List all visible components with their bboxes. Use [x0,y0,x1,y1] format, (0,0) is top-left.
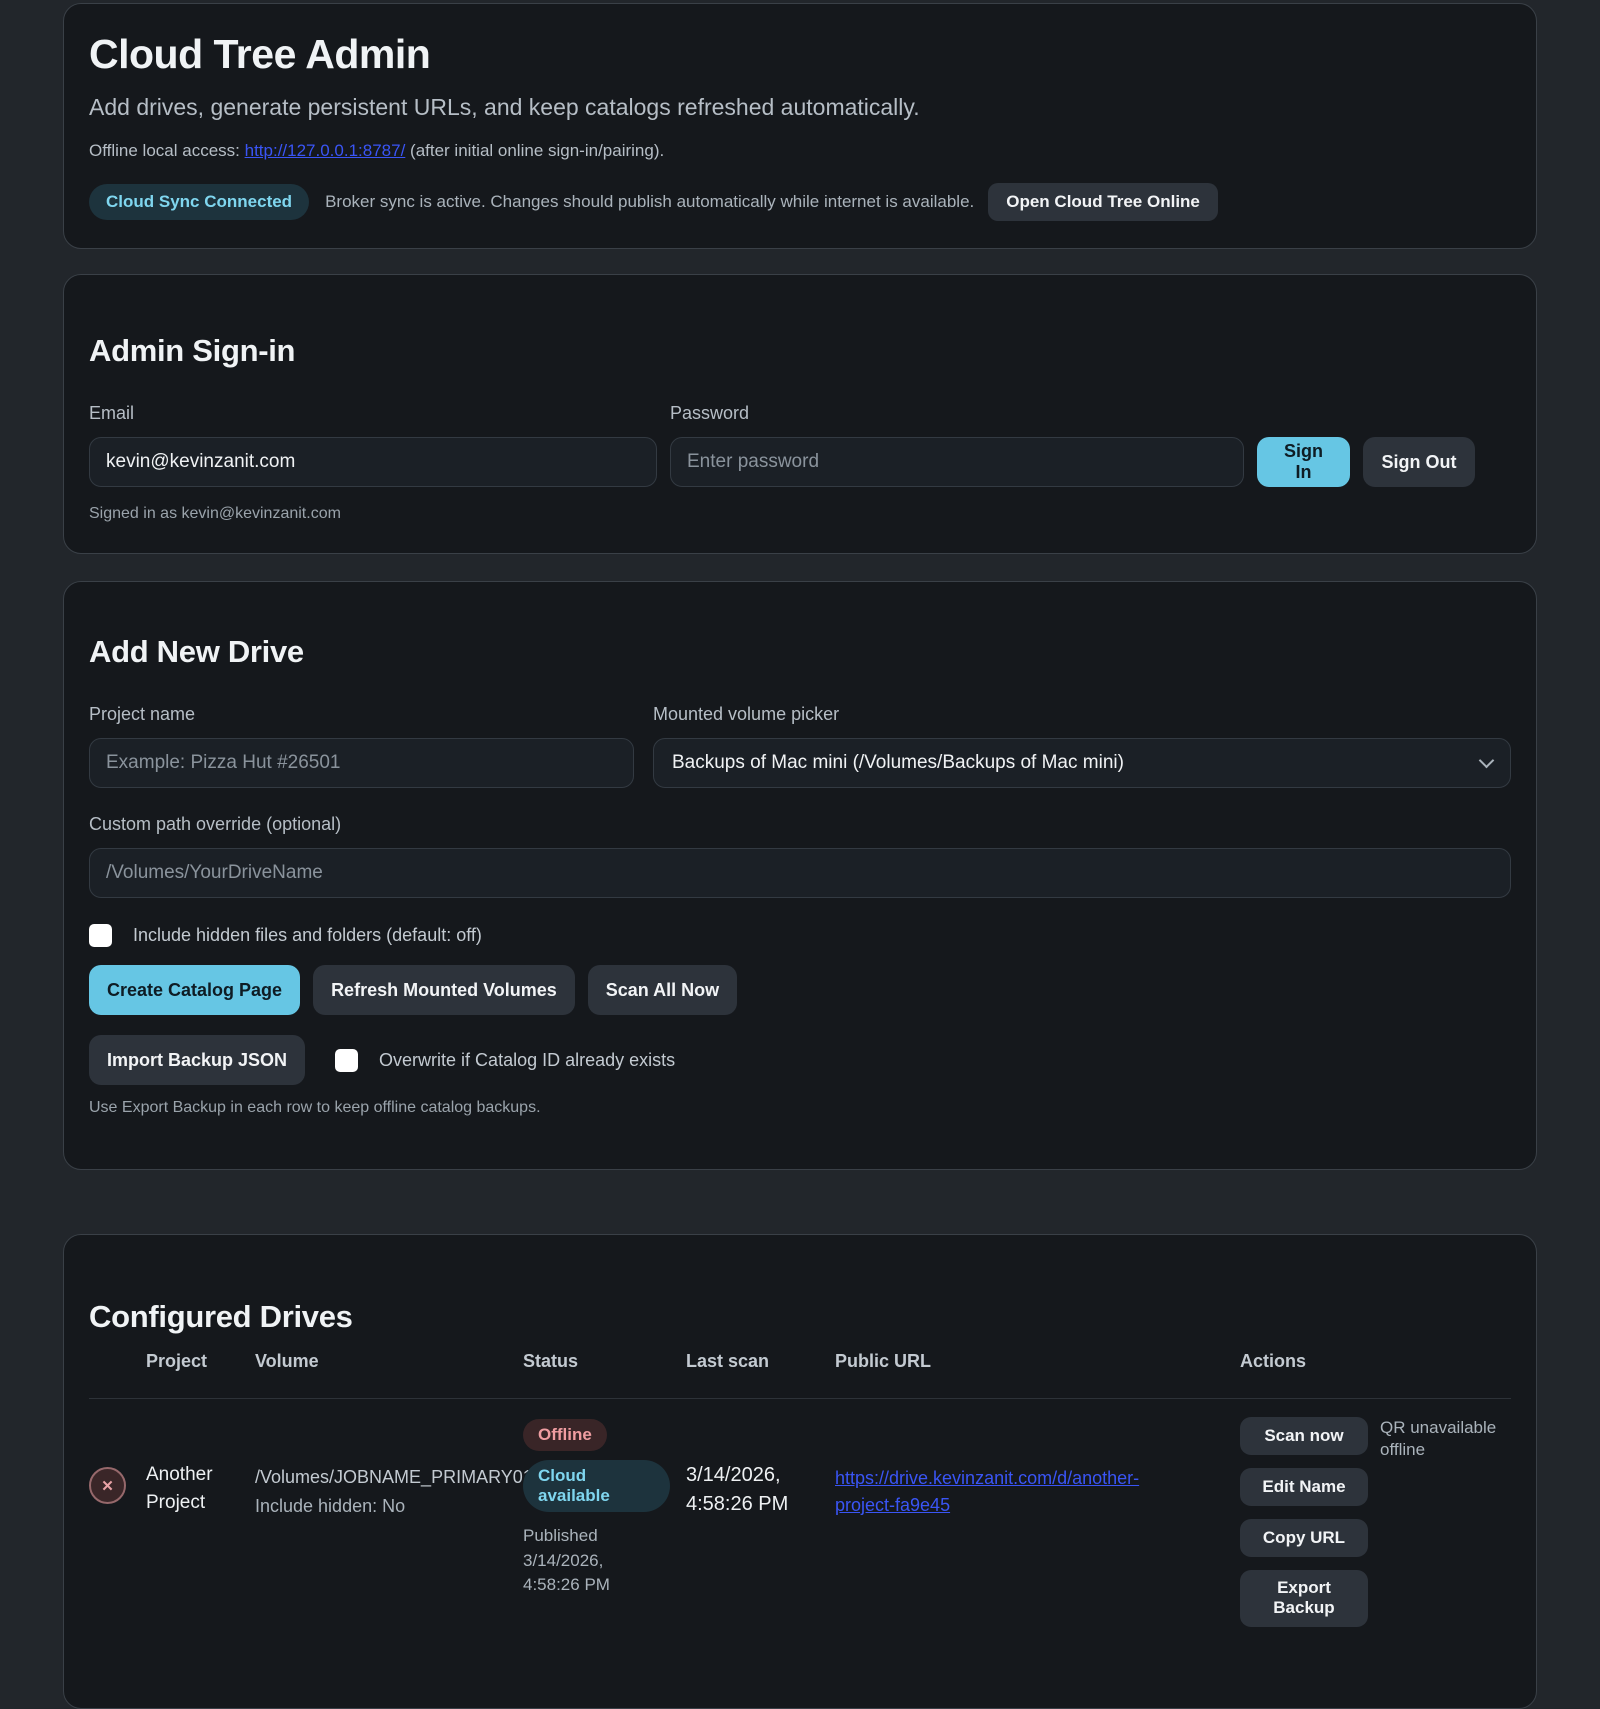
export-backup-note: Use Export Backup in each row to keep of… [89,1099,1511,1117]
project-name-label: Project name [89,704,634,725]
offline-access-suffix: (after initial online sign-in/pairing). [410,141,664,160]
import-backup-button[interactable]: Import Backup JSON [89,1035,305,1085]
offline-access-line: Offline local access: http://127.0.0.1:8… [89,141,1511,161]
custom-path-label: Custom path override (optional) [89,814,1511,835]
cloud-available-badge: Cloud available [523,1460,670,1512]
overwrite-checkbox[interactable] [335,1049,358,1072]
offline-access-prefix: Offline local access: [89,141,240,160]
email-field[interactable] [89,437,657,487]
signin-form: Email Password Sign In Sign Out [89,403,1511,487]
overwrite-label: Overwrite if Catalog ID already exists [379,1050,675,1071]
admin-signin-card: Admin Sign-in Email Password Sign In Sig… [63,274,1537,554]
cloud-sync-badge: Cloud Sync Connected [89,184,309,220]
sign-in-button[interactable]: Sign In [1257,437,1350,487]
password-field[interactable] [670,437,1244,487]
published-timestamp: Published 3/14/2026, 4:58:26 PM [523,1524,653,1598]
custom-path-input[interactable] [89,848,1511,898]
add-new-drive-card: Add New Drive Project name Mounted volum… [63,581,1537,1170]
table-row: ✕ Another Project /Volumes/JOBNAME_PRIMA… [89,1399,1511,1627]
signed-in-note: Signed in as kevin@kevinzanit.com [89,505,1511,523]
project-name-input[interactable] [89,738,634,788]
configured-drives-title: Configured Drives [89,1299,1511,1335]
create-catalog-button[interactable]: Create Catalog Page [89,965,300,1015]
col-actions: Actions [1240,1351,1511,1372]
mounted-volume-select[interactable]: Backups of Mac mini (/Volumes/Backups of… [653,738,1511,788]
copy-url-button[interactable]: Copy URL [1240,1519,1368,1557]
page-subtitle: Add drives, generate persistent URLs, an… [89,94,1511,121]
include-hidden-label: Include hidden files and folders (defaul… [133,925,482,946]
drive-volume-path: /Volumes/JOBNAME_PRIMARY01 [255,1465,505,1489]
col-status: Status [523,1351,686,1372]
page-title: Cloud Tree Admin [89,31,1511,78]
col-public-url: Public URL [835,1351,1240,1372]
include-hidden-checkbox[interactable] [89,924,112,947]
drives-table-header: Project Volume Status Last scan Public U… [89,1351,1511,1399]
email-label: Email [89,403,657,424]
export-backup-button[interactable]: Export Backup [1240,1570,1368,1627]
public-url-link[interactable]: https://drive.kevinzanit.com/d/another-p… [835,1468,1139,1515]
header-card: Cloud Tree Admin Add drives, generate pe… [63,3,1537,249]
sync-status-text: Broker sync is active. Changes should pu… [325,192,974,212]
refresh-volumes-button[interactable]: Refresh Mounted Volumes [313,965,575,1015]
sync-status-row: Cloud Sync Connected Broker sync is acti… [89,183,1511,221]
last-scan-value: 3/14/2026, 4:58:26 PM [686,1461,821,1519]
drive-project-name: Another Project [146,1461,255,1516]
scan-now-button[interactable]: Scan now [1240,1417,1368,1455]
volume-picker-label: Mounted volume picker [653,704,1511,725]
scan-all-button[interactable]: Scan All Now [588,965,737,1015]
edit-name-button[interactable]: Edit Name [1240,1468,1368,1506]
sign-out-button[interactable]: Sign Out [1363,437,1475,487]
remove-drive-icon[interactable]: ✕ [89,1467,126,1504]
col-project: Project [146,1351,255,1372]
col-volume: Volume [255,1351,523,1372]
chevron-down-icon [1479,752,1495,768]
mounted-volume-value: Backups of Mac mini (/Volumes/Backups of… [672,752,1124,774]
configured-drives-card: Configured Drives Project Volume Status … [63,1234,1537,1709]
signin-title: Admin Sign-in [89,333,1511,369]
col-last-scan: Last scan [686,1351,835,1372]
qr-unavailable-note: QR unavailable offline [1380,1417,1500,1461]
drive-volume-note: Include hidden: No [255,1494,505,1518]
open-cloud-tree-button[interactable]: Open Cloud Tree Online [988,183,1218,221]
offline-status-badge: Offline [523,1419,607,1451]
add-drive-title: Add New Drive [89,634,1511,670]
offline-local-link[interactable]: http://127.0.0.1:8787/ [245,141,406,160]
password-label: Password [670,403,1244,424]
